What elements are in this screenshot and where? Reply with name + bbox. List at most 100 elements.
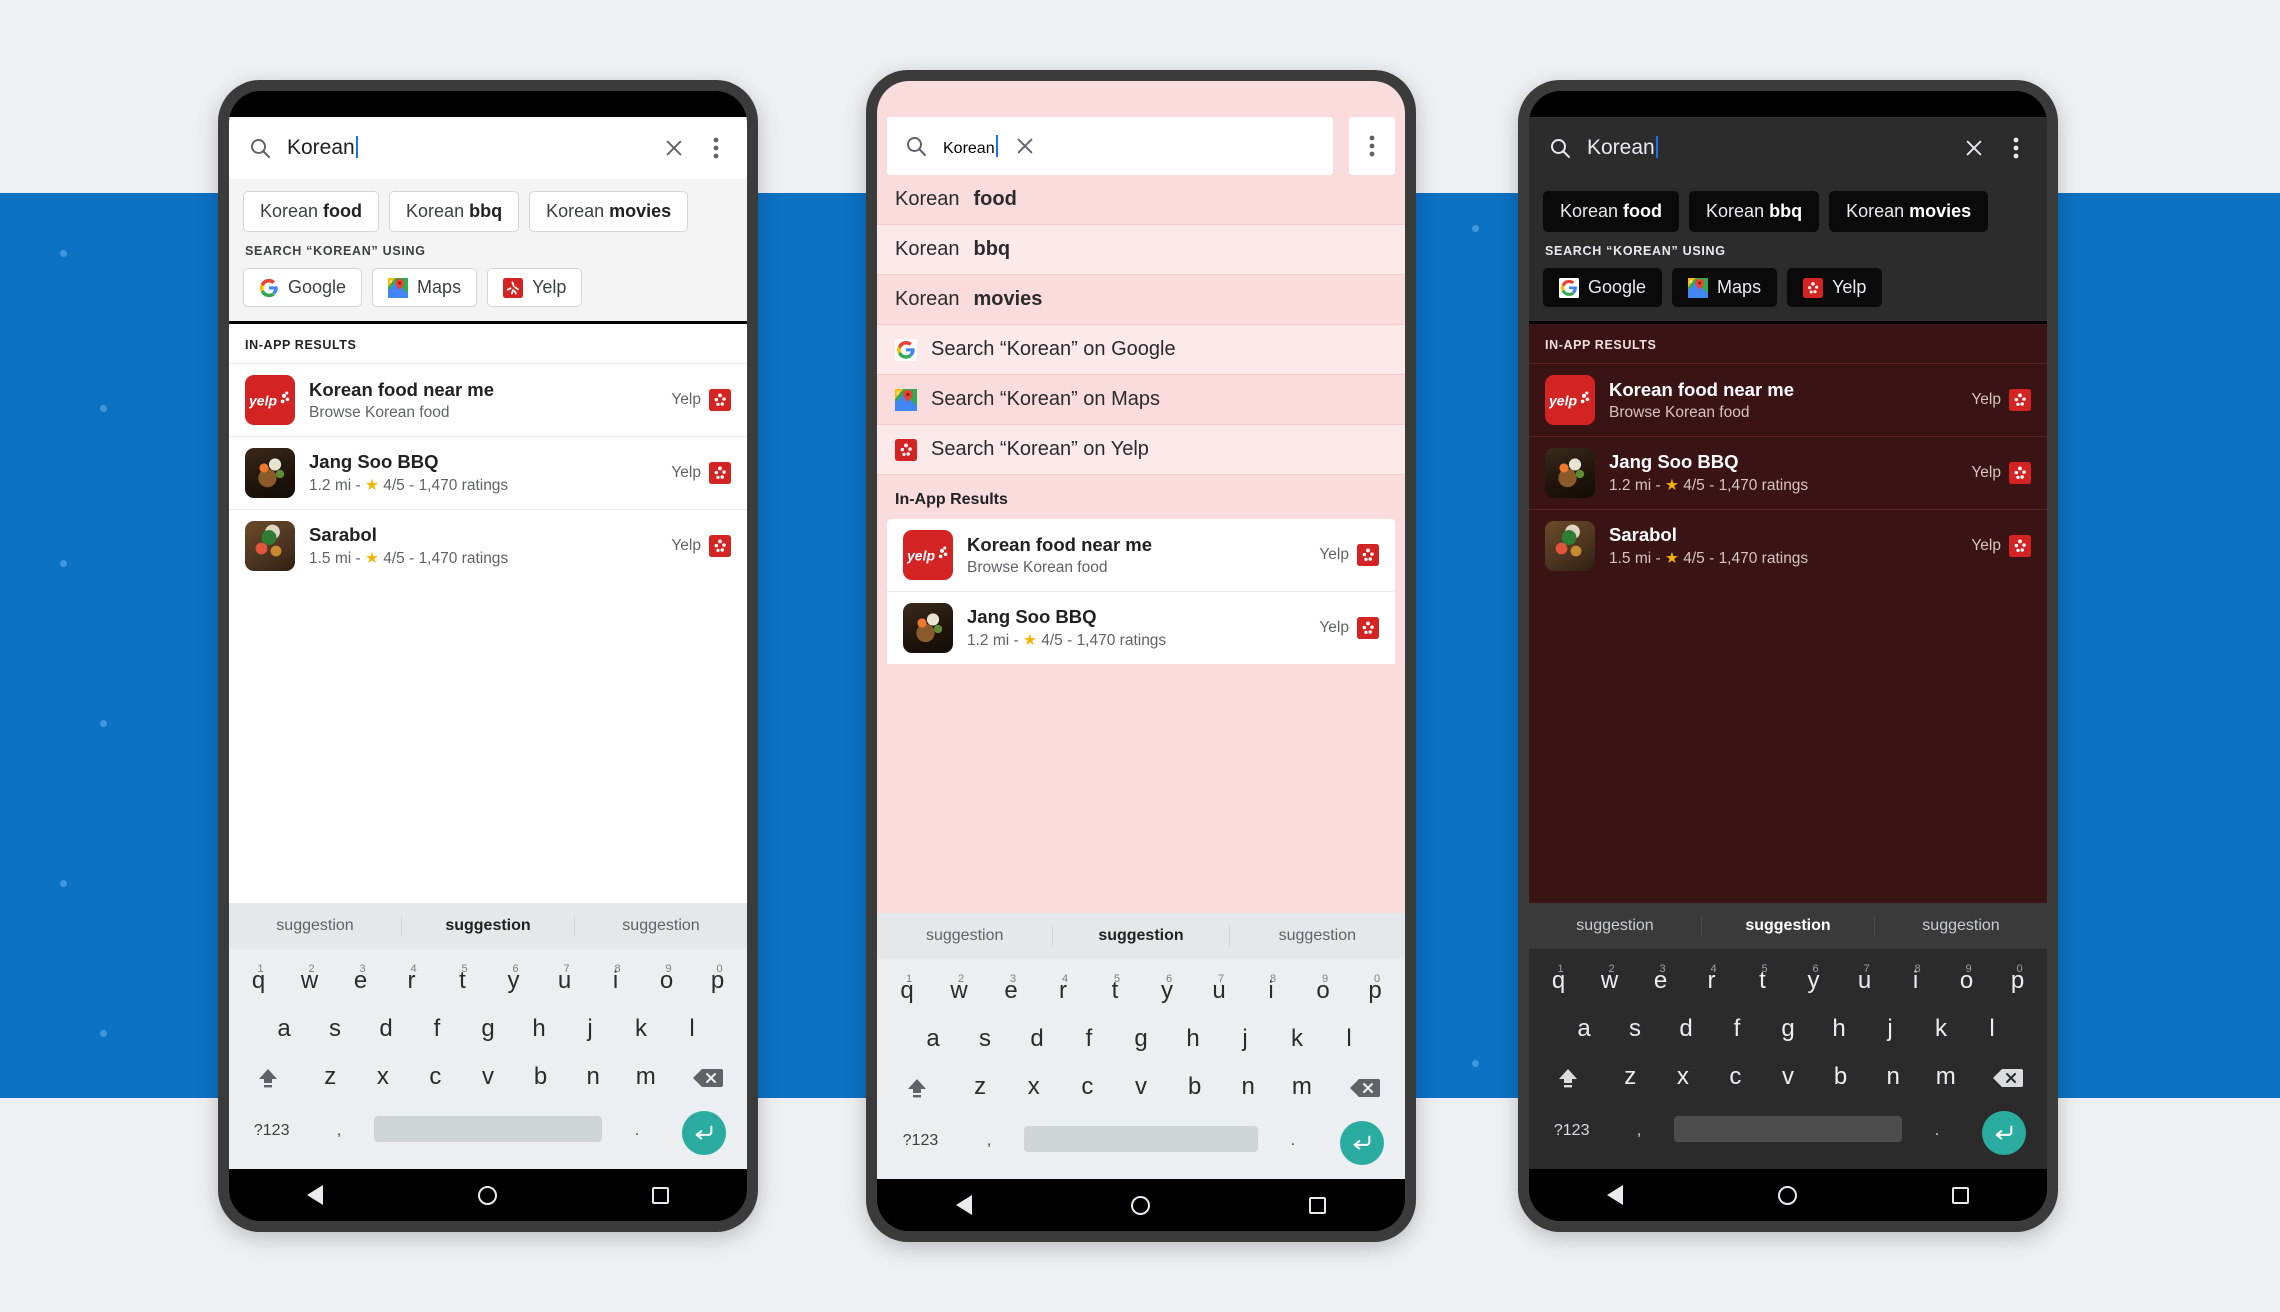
recents-square-icon[interactable] xyxy=(652,1186,670,1204)
key-n[interactable]: n xyxy=(1867,1053,1920,1101)
key-comma[interactable]: , xyxy=(1610,1107,1667,1155)
key-b[interactable]: b xyxy=(514,1053,567,1101)
key-x[interactable]: x xyxy=(1007,1063,1061,1111)
key-d[interactable]: d xyxy=(361,1005,412,1053)
table-row[interactable]: Jang Soo BBQ 1.2 mi - ★ 4/5 - 1,470 rati… xyxy=(229,436,747,509)
key-r[interactable]: 4r xyxy=(1686,957,1737,1005)
engine-button-maps[interactable]: 8 Maps xyxy=(1672,268,1778,307)
key-enter[interactable] xyxy=(1322,1117,1401,1169)
key-period[interactable]: . xyxy=(1908,1107,1965,1155)
key-l[interactable]: l xyxy=(1967,1005,2018,1053)
key-q[interactable]: 1q xyxy=(1533,957,1584,1005)
table-row[interactable]: yelp Korean food near me Browse Korean f… xyxy=(229,363,747,436)
engine-button-yelp[interactable]: Yelp xyxy=(1787,268,1883,307)
shift-up-icon[interactable] xyxy=(233,1053,304,1107)
key-s[interactable]: s xyxy=(310,1005,361,1053)
home-circle-icon[interactable] xyxy=(1130,1195,1150,1215)
key-v[interactable]: v xyxy=(1114,1063,1168,1111)
backspace-icon[interactable] xyxy=(672,1053,743,1107)
key-symbols[interactable]: ?123 xyxy=(1533,1107,1610,1155)
home-circle-icon[interactable] xyxy=(477,1185,497,1205)
kebab-menu-icon[interactable] xyxy=(701,133,731,163)
chip-korean-movies[interactable]: Korean movies xyxy=(529,191,689,232)
kb-suggestion-1[interactable]: suggestion xyxy=(1053,926,1230,946)
key-p[interactable]: 0p xyxy=(692,957,743,1005)
home-circle-icon[interactable] xyxy=(1777,1185,1797,1205)
key-j[interactable]: j xyxy=(565,1005,616,1053)
key-i[interactable]: 8i xyxy=(1890,957,1941,1005)
key-m[interactable]: m xyxy=(1275,1063,1329,1111)
key-t[interactable]: 5t xyxy=(1737,957,1788,1005)
key-a[interactable]: a xyxy=(907,1015,959,1063)
key-k[interactable]: k xyxy=(616,1005,667,1053)
key-g[interactable]: g xyxy=(463,1005,514,1053)
key-f[interactable]: f xyxy=(1712,1005,1763,1053)
key-period[interactable]: . xyxy=(608,1107,665,1155)
key-r[interactable]: 4r xyxy=(1037,967,1089,1015)
suggestion-korean-bbq[interactable]: Korean bbq xyxy=(877,225,1405,275)
close-icon[interactable] xyxy=(659,133,689,163)
kb-suggestion-1[interactable]: suggestion xyxy=(402,916,575,936)
key-space[interactable] xyxy=(368,1107,609,1151)
kebab-menu-icon[interactable] xyxy=(1349,117,1395,175)
key-v[interactable]: v xyxy=(462,1053,515,1101)
key-w[interactable]: 2w xyxy=(1584,957,1635,1005)
key-c[interactable]: c xyxy=(1061,1063,1115,1111)
search-bar[interactable]: Korean xyxy=(1529,117,2047,179)
key-g[interactable]: g xyxy=(1115,1015,1167,1063)
kb-suggestion-0[interactable]: suggestion xyxy=(1529,916,1702,936)
kb-suggestion-2[interactable]: suggestion xyxy=(1875,916,2047,936)
key-m[interactable]: m xyxy=(619,1053,672,1101)
kb-suggestion-0[interactable]: suggestion xyxy=(877,926,1054,946)
table-row[interactable]: yelp Korean food near me Browse Korean f… xyxy=(887,519,1395,591)
key-y[interactable]: 6y xyxy=(1788,957,1839,1005)
back-triangle-icon[interactable] xyxy=(1606,1185,1623,1205)
suggestion-search-google[interactable]: Search “Korean” on Google xyxy=(877,325,1405,375)
key-o[interactable]: 9o xyxy=(1297,967,1349,1015)
key-v[interactable]: v xyxy=(1762,1053,1815,1101)
key-k[interactable]: k xyxy=(1271,1015,1323,1063)
key-q[interactable]: 1q xyxy=(881,967,933,1015)
key-a[interactable]: a xyxy=(259,1005,310,1053)
search-bar[interactable]: Korean xyxy=(887,117,1333,175)
key-period[interactable]: . xyxy=(1264,1117,1322,1165)
key-r[interactable]: 4r xyxy=(386,957,437,1005)
key-e[interactable]: 3e xyxy=(335,957,386,1005)
key-n[interactable]: n xyxy=(1221,1063,1275,1111)
recents-square-icon[interactable] xyxy=(1308,1196,1326,1214)
recents-square-icon[interactable] xyxy=(1952,1186,1970,1204)
table-row[interactable]: yelp Korean food near me Browse Korean f… xyxy=(1529,363,2047,436)
engine-button-google[interactable]: Google xyxy=(1543,268,1663,307)
key-t[interactable]: 5t xyxy=(1089,967,1141,1015)
key-o[interactable]: 9o xyxy=(641,957,692,1005)
table-row[interactable]: Sarabol 1.5 mi - ★ 4/5 - 1,470 ratings Y… xyxy=(1529,509,2047,582)
back-triangle-icon[interactable] xyxy=(956,1195,973,1215)
key-h[interactable]: h xyxy=(514,1005,565,1053)
key-comma[interactable]: , xyxy=(310,1107,367,1155)
search-bar[interactable]: Korean xyxy=(229,117,747,179)
key-c[interactable]: c xyxy=(409,1053,462,1101)
key-d[interactable]: d xyxy=(1011,1015,1063,1063)
key-h[interactable]: h xyxy=(1814,1005,1865,1053)
key-h[interactable]: h xyxy=(1167,1015,1219,1063)
key-b[interactable]: b xyxy=(1814,1053,1867,1101)
key-f[interactable]: f xyxy=(412,1005,463,1053)
key-c[interactable]: c xyxy=(1709,1053,1762,1101)
suggestion-search-maps[interactable]: 8 Search “Korean” on Maps xyxy=(877,375,1405,425)
key-q[interactable]: 1q xyxy=(233,957,284,1005)
key-y[interactable]: 6y xyxy=(488,957,539,1005)
chip-korean-bbq[interactable]: Korean bbq xyxy=(1689,191,1820,232)
kb-suggestion-0[interactable]: suggestion xyxy=(229,916,402,936)
key-d[interactable]: d xyxy=(1661,1005,1712,1053)
search-input[interactable]: Korean xyxy=(1587,136,1947,160)
chip-korean-food[interactable]: Korean food xyxy=(243,191,380,232)
key-z[interactable]: z xyxy=(304,1053,357,1101)
key-p[interactable]: 0p xyxy=(1349,967,1401,1015)
key-j[interactable]: j xyxy=(1865,1005,1916,1053)
backspace-icon[interactable] xyxy=(1329,1063,1401,1117)
key-x[interactable]: x xyxy=(357,1053,410,1101)
key-enter[interactable] xyxy=(1966,1107,2043,1159)
chip-korean-bbq[interactable]: Korean bbq xyxy=(389,191,520,232)
key-e[interactable]: 3e xyxy=(985,967,1037,1015)
table-row[interactable]: Jang Soo BBQ 1.2 mi - ★ 4/5 - 1,470 rati… xyxy=(1529,436,2047,509)
